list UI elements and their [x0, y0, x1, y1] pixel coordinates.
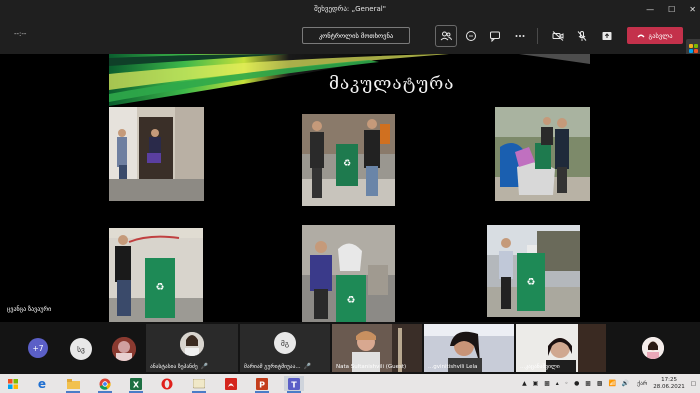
recycling-photo-3 [495, 107, 590, 201]
svg-text:♻: ♻ [156, 282, 165, 293]
title-bar: შეხვედრა: „General" — ☐ ✕ [0, 0, 700, 18]
file-explorer-icon[interactable] [63, 376, 83, 393]
svg-text:P: P [259, 380, 265, 389]
recycling-photo-5: ♻ [302, 225, 395, 322]
opera-icon[interactable] [157, 376, 177, 391]
slide-title: მაკულატურა [329, 74, 455, 94]
participant-video-tile[interactable]: ...gvinitishvili Lela [424, 324, 514, 372]
recycling-photo-4: ♻ [109, 228, 203, 322]
recycling-photo-1 [109, 107, 204, 201]
powerpoint-icon[interactable]: P [252, 376, 272, 393]
leave-button[interactable]: გასვლა [627, 27, 683, 44]
svg-text:♻: ♻ [527, 277, 536, 288]
recycling-photo-6: ♻ [487, 225, 580, 317]
participant-tile[interactable]: ანასტასია ზეპანძე 🎤 [146, 324, 238, 372]
more-participants-badge[interactable]: +7 [28, 338, 48, 358]
participant-initials-avatar: მგ [274, 332, 296, 354]
system-tray: ▲ ▣ ▩ ▴ ◦ ● ▩ ▩ 📶 🔊 ქარ 17:25 28.06.2021… [522, 374, 696, 393]
teams-icon[interactable]: T [284, 376, 304, 393]
clock-time: 17:25 [661, 376, 677, 383]
participant-label: ...gvinitishvili Lela [428, 364, 477, 370]
self-avatar[interactable] [642, 337, 664, 359]
tray-icons[interactable]: ▲ ▣ ▩ ▴ ◦ ● ▩ ▩ 📶 🔊 [522, 380, 631, 387]
presentation-slide: მაკულატურა ♻ ♻ ♻ ♻ [109, 54, 590, 322]
participants-icon[interactable] [435, 25, 457, 47]
participant-label: ანასტასია ზეპანძე 🎤 [150, 363, 208, 370]
chrome-icon[interactable] [95, 376, 115, 393]
share-icon[interactable] [597, 26, 617, 46]
recycling-photo-2: ♻ [302, 114, 395, 206]
window-title: შეხვედრა: „General" [314, 5, 386, 13]
presenter-name: ცვანცა ზავაური [7, 306, 52, 313]
window-controls: — ☐ ✕ [646, 0, 696, 18]
minimize-icon[interactable]: — [646, 5, 654, 14]
windows-start-icon[interactable] [3, 376, 23, 391]
request-control-button[interactable]: კონტროლის მოთხოვნა [302, 27, 410, 44]
acrobat-icon[interactable] [221, 376, 241, 391]
participant-name: ...gvinitishvili Lela [428, 364, 478, 370]
participant-label: ...კაცანაშვილი [520, 364, 560, 370]
more-icon[interactable] [510, 26, 530, 46]
meeting-toolbar: --:-- კონტროლის მოთხოვნა გასვლა [0, 18, 700, 65]
participant-video-tile[interactable]: ...კაცანაშვილი [516, 324, 606, 372]
participant-label: Nata Sultanishvili (Guest) [336, 364, 406, 370]
notifications-icon[interactable]: □ [691, 381, 696, 387]
toolbar-divider [537, 28, 538, 44]
mic-off-icon[interactable] [572, 26, 592, 46]
meeting-timer: --:-- [14, 30, 27, 38]
svg-text:T: T [291, 380, 297, 389]
svg-text:♻: ♻ [347, 295, 356, 306]
participant-name: მარიამ გურიტმიუაა... [244, 363, 301, 370]
leave-label: გასვლა [648, 31, 673, 40]
edge-icon[interactable]: e [32, 376, 52, 391]
participant-strip: +7 სვ ანასტასია ზეპანძე 🎤 მგ მარიამ გური… [0, 322, 700, 374]
clock-date: 28.06.2021 [653, 383, 685, 390]
camera-off-icon[interactable] [548, 26, 568, 46]
excel-icon[interactable]: X [126, 376, 146, 393]
maximize-icon[interactable]: ☐ [668, 5, 675, 14]
reactions-icon[interactable] [485, 26, 505, 46]
svg-text:e: e [38, 378, 46, 390]
chat-icon[interactable] [461, 26, 481, 46]
participant-name: ...კაცანაშვილი [520, 364, 560, 370]
clock[interactable]: 17:25 28.06.2021 [653, 377, 685, 391]
participant-name: Nata Sultanishvili (Guest) [336, 364, 407, 370]
snipping-icon[interactable] [189, 376, 209, 393]
mic-off-icon: 🎤 [303, 363, 312, 370]
participant-photo-avatar[interactable] [112, 337, 136, 361]
participant-initials-avatar[interactable]: სვ [70, 338, 92, 360]
participant-tile[interactable]: მგ მარიამ გურიტმიუაა... 🎤 [240, 324, 330, 372]
participant-name: ანასტასია ზეპანძე [150, 363, 198, 370]
svg-text:♻: ♻ [343, 159, 351, 169]
mic-off-icon: 🎤 [200, 363, 209, 370]
svg-text:X: X [133, 380, 140, 389]
windows-taskbar: e X P T ▲ ▣ ▩ ▴ ◦ ● ▩ ▩ 📶 🔊 ქარ 17:25 28… [0, 374, 700, 393]
input-language[interactable]: ქარ [637, 381, 647, 387]
participant-video-tile[interactable]: Nata Sultanishvili (Guest) [332, 324, 422, 372]
teams-meeting-window: შეხვედრა: „General" — ☐ ✕ --:-- კონტროლი… [0, 0, 700, 393]
participant-label: მარიამ გურიტმიუაა... 🎤 [244, 363, 311, 370]
participant-photo-avatar [180, 332, 204, 356]
shared-screen: მაკულატურა ♻ ♻ ♻ ♻ ცვანცა ზავაური [0, 54, 700, 322]
phone-hangup-icon [637, 32, 645, 40]
close-icon[interactable]: ✕ [689, 5, 696, 14]
